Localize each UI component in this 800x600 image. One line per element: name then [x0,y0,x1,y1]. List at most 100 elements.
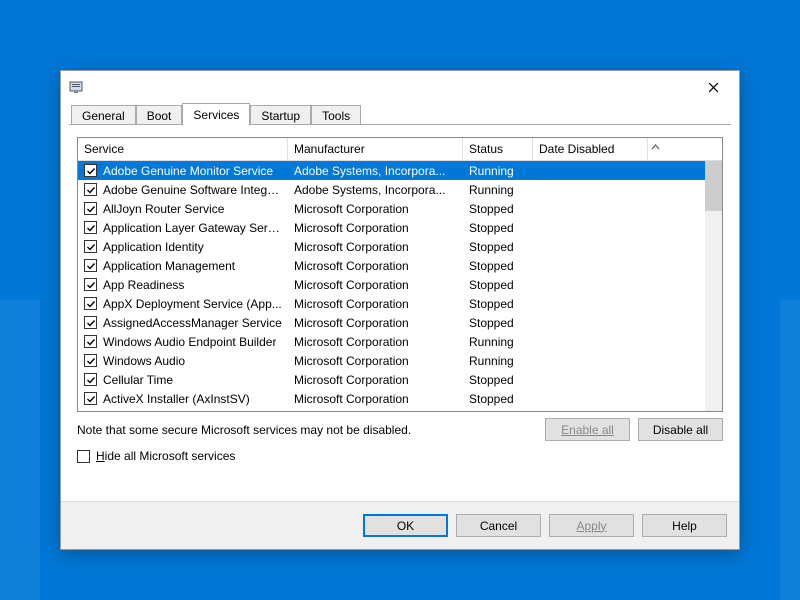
service-status: Stopped [463,392,533,406]
table-row[interactable]: Windows Audio Endpoint BuilderMicrosoft … [78,332,705,351]
tab-boot[interactable]: Boot [136,105,183,125]
service-checkbox[interactable] [84,202,97,215]
table-row[interactable]: Application Layer Gateway Service Microso… [78,218,705,237]
help-button[interactable]: Help [642,514,727,537]
tab-content-services: Service Manufacturer Status Date Disable… [61,125,739,501]
service-manufacturer: Adobe Systems, Incorpora... [288,164,463,178]
column-scroll-spacer [648,138,665,160]
service-name: App Readiness [103,278,184,292]
vertical-scrollbar[interactable] [705,161,722,411]
apply-button[interactable]: Apply [549,514,634,537]
column-date-disabled[interactable]: Date Disabled [533,138,648,160]
service-status: Stopped [463,240,533,254]
service-name: AppX Deployment Service (App... [103,297,282,311]
table-row[interactable]: Application Identity Microsoft Corporatio… [78,237,705,256]
service-manufacturer: Microsoft Corporation [288,278,463,292]
tabstrip: General Boot Services Startup Tools [61,103,739,125]
service-manufacturer: Microsoft Corporation [288,297,463,311]
service-manufacturer: Adobe Systems, Incorpora... [288,183,463,197]
listview-header: Service Manufacturer Status Date Disable… [78,138,722,161]
scrollbar-thumb[interactable] [705,161,722,211]
service-status: Stopped [463,202,533,216]
service-manufacturer: Microsoft Corporation [288,392,463,406]
cancel-button[interactable]: Cancel [456,514,541,537]
hide-microsoft-checkbox[interactable] [77,450,90,463]
service-status: Stopped [463,259,533,273]
table-row[interactable]: AppX Deployment Service (App... Microsoft… [78,294,705,313]
table-row[interactable]: Adobe Genuine Software Integri... Adobe S… [78,180,705,199]
service-name: Cellular Time [103,373,173,387]
service-status: Stopped [463,278,533,292]
service-checkbox[interactable] [84,164,97,177]
service-manufacturer: Microsoft Corporation [288,202,463,216]
service-checkbox[interactable] [84,240,97,253]
table-row[interactable]: Application Management Microsoft Corporat… [78,256,705,275]
tab-general[interactable]: General [71,105,136,125]
service-checkbox[interactable] [84,297,97,310]
service-manufacturer: Microsoft Corporation [288,259,463,273]
desktop-decoration [0,300,40,600]
hide-microsoft-label[interactable]: Hide all Microsoft services [96,449,235,463]
table-row[interactable]: AllJoyn Router Service Microsoft Corporat… [78,199,705,218]
service-checkbox[interactable] [84,335,97,348]
enable-all-label: Enable all [561,423,614,437]
service-checkbox[interactable] [84,259,97,272]
service-manufacturer: Microsoft Corporation [288,240,463,254]
note-row: Note that some secure Microsoft services… [77,412,723,445]
service-manufacturer: Microsoft Corporation [288,354,463,368]
service-checkbox[interactable] [84,354,97,367]
service-checkbox[interactable] [84,316,97,329]
service-manufacturer: Microsoft Corporation [288,316,463,330]
msconfig-window: General Boot Services Startup Tools Serv… [60,70,740,550]
column-status[interactable]: Status [463,138,533,160]
desktop-decoration [780,300,800,600]
service-checkbox[interactable] [84,278,97,291]
app-icon [69,79,85,95]
service-status: Running [463,183,533,197]
service-name: Adobe Genuine Monitor Service [103,164,273,178]
service-status: Stopped [463,221,533,235]
titlebar [61,71,739,103]
service-manufacturer: Microsoft Corporation [288,373,463,387]
enable-all-button[interactable]: Enable all [545,418,630,441]
table-row[interactable]: Adobe Genuine Monitor Service Adobe Syste… [78,161,705,180]
service-name: Windows Audio [103,354,185,368]
service-checkbox[interactable] [84,373,97,386]
service-name: ActiveX Installer (AxInstSV) [103,392,250,406]
service-name: Application Identity [103,240,204,254]
table-row[interactable]: App Readiness Microsoft CorporationStoppe… [78,275,705,294]
table-row[interactable]: ActiveX Installer (AxInstSV) Microsoft Co… [78,389,705,408]
chevron-up-icon [651,143,660,152]
services-listview[interactable]: Service Manufacturer Status Date Disable… [77,137,723,412]
table-row[interactable]: Windows AudioMicrosoft CorporationRunnin… [78,351,705,370]
ok-button[interactable]: OK [363,514,448,537]
service-status: Running [463,335,533,349]
tab-services[interactable]: Services [182,103,250,126]
service-checkbox[interactable] [84,392,97,405]
service-manufacturer: Microsoft Corporation [288,221,463,235]
close-icon [708,82,719,93]
table-row[interactable]: AssignedAccessManager ServiceMicrosoft C… [78,313,705,332]
service-checkbox[interactable] [84,183,97,196]
service-status: Stopped [463,297,533,311]
service-name: Application Management [103,259,235,273]
listview-body: Adobe Genuine Monitor Service Adobe Syste… [78,161,722,411]
service-name: Application Layer Gateway Service [103,221,282,235]
service-checkbox[interactable] [84,221,97,234]
service-status: Stopped [463,316,533,330]
dialog-button-row: OK Cancel Apply Help [61,501,739,549]
note-text: Note that some secure Microsoft services… [77,423,537,437]
service-name: Windows Audio Endpoint Builder [103,335,276,349]
service-name: Adobe Genuine Software Integri... [103,183,282,197]
service-name: AllJoyn Router Service [103,202,224,216]
disable-all-button[interactable]: Disable all [638,418,723,441]
table-row[interactable]: Cellular Time Microsoft CorporationStoppe… [78,370,705,389]
service-status: Stopped [463,373,533,387]
close-button[interactable] [691,72,735,102]
tab-startup[interactable]: Startup [250,105,311,125]
tab-tools[interactable]: Tools [311,105,361,125]
hide-microsoft-row: Hide all Microsoft services [77,445,723,463]
column-manufacturer[interactable]: Manufacturer [288,138,463,160]
disable-all-label: Disable all [653,423,708,437]
column-service[interactable]: Service [78,138,288,160]
